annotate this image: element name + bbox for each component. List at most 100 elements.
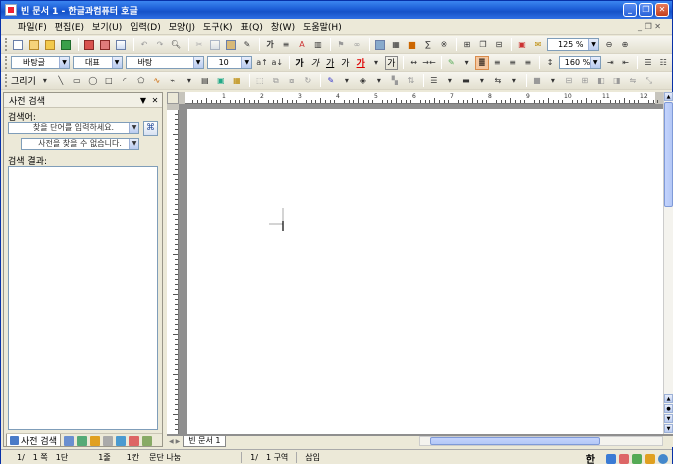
- chevron-down-icon[interactable]: ▼: [588, 39, 598, 50]
- flip-icon[interactable]: ⇋: [626, 74, 640, 88]
- chevron-down-icon[interactable]: ▼: [241, 57, 252, 68]
- special-char-icon[interactable]: ※: [437, 38, 451, 52]
- save-icon[interactable]: [59, 38, 73, 52]
- chevron-down-icon[interactable]: ▼: [129, 123, 138, 133]
- char-space-down-icon[interactable]: →←: [422, 56, 435, 70]
- minimize-button[interactable]: _: [623, 3, 637, 17]
- new-document-icon[interactable]: [11, 38, 25, 52]
- copy-icon[interactable]: [208, 38, 222, 52]
- emphasis-button[interactable]: 가: [384, 55, 398, 70]
- document-page[interactable]: [187, 109, 663, 434]
- vertical-scrollbar[interactable]: ▲ ▲ ● ▼ ▼: [663, 92, 673, 434]
- dictionary-search-button[interactable]: ⌘: [143, 121, 158, 136]
- textbox-tool-icon[interactable]: ▤: [198, 74, 212, 88]
- restore-button[interactable]: ❐: [639, 3, 653, 17]
- style-combo[interactable]: 바탕글 ▼: [10, 56, 70, 69]
- chevron-down-icon[interactable]: ▾: [460, 56, 473, 70]
- fill-color-icon[interactable]: ◈: [356, 74, 370, 88]
- tile-icon[interactable]: ⊟: [492, 38, 506, 52]
- redo-icon[interactable]: ↷: [153, 38, 167, 52]
- toolbar-grip[interactable]: [5, 56, 8, 69]
- hanja-tab-icon[interactable]: [141, 435, 152, 446]
- square-tool-icon[interactable]: □: [102, 74, 116, 88]
- line-spacing-combo[interactable]: 160 % ▼: [558, 56, 601, 69]
- toolbar-grip[interactable]: [5, 74, 8, 87]
- resize-icon[interactable]: ⤡: [642, 74, 656, 88]
- ungroup-icon[interactable]: ⧇: [285, 74, 299, 88]
- line-style-icon[interactable]: ☰: [427, 74, 441, 88]
- bullets-icon[interactable]: ☰: [641, 56, 654, 70]
- panel-close-icon[interactable]: ✕: [150, 96, 160, 105]
- bookmark-icon[interactable]: ⚑: [334, 38, 348, 52]
- shadow-icon[interactable]: ▚: [388, 74, 402, 88]
- align-right-icon[interactable]: ≡: [521, 56, 534, 70]
- undo-icon[interactable]: ↶: [137, 38, 151, 52]
- hyperlink-icon[interactable]: ∞: [350, 38, 364, 52]
- app-icon[interactable]: [5, 4, 17, 16]
- chevron-down-icon[interactable]: ▼: [129, 139, 138, 149]
- char-shape-icon[interactable]: 가: [263, 38, 277, 52]
- clipboard-tab-icon[interactable]: [102, 435, 113, 446]
- dictionary-select[interactable]: 사전을 찾을 수 없습니다. ▼: [21, 138, 139, 150]
- menu-table[interactable]: 표(Q): [237, 20, 265, 33]
- zoom-in-icon[interactable]: ⊕: [618, 38, 632, 52]
- chevron-down-icon[interactable]: ▼: [589, 57, 600, 68]
- scroll-down-icon[interactable]: ▼: [664, 424, 673, 433]
- chart-icon[interactable]: ▆: [405, 38, 419, 52]
- ime-hanja-icon[interactable]: [619, 453, 629, 464]
- line-tool-icon[interactable]: ╲: [54, 74, 68, 88]
- tab-dictionary[interactable]: 사전 검색: [6, 434, 61, 447]
- print-icon[interactable]: [82, 38, 96, 52]
- select-object-icon[interactable]: ⬚: [253, 74, 267, 88]
- font-language-combo[interactable]: 대표 ▼: [73, 56, 123, 69]
- superscript-button[interactable]: 가: [339, 56, 352, 70]
- menu-file[interactable]: 파일(F): [15, 20, 50, 33]
- arrange-icon[interactable]: ⇅: [404, 74, 418, 88]
- toolbar-grip[interactable]: [5, 38, 8, 51]
- align-justify-button[interactable]: ≣: [475, 55, 489, 70]
- ime-keyboard-icon[interactable]: [632, 453, 642, 464]
- group-icon[interactable]: ⧉: [269, 74, 283, 88]
- size-up-icon[interactable]: a↑: [255, 56, 268, 70]
- mail-icon[interactable]: ✉: [531, 38, 545, 52]
- size-down-icon[interactable]: a↓: [271, 56, 284, 70]
- menu-format[interactable]: 모양(J): [166, 20, 198, 33]
- rectangle-tool-icon[interactable]: ▭: [70, 74, 84, 88]
- italic-button[interactable]: 가: [308, 56, 321, 70]
- menu-window[interactable]: 창(W): [268, 20, 298, 33]
- menu-tools[interactable]: 도구(K): [200, 20, 236, 33]
- char-space-up-icon[interactable]: ↔: [407, 56, 420, 70]
- bookmark-tab-icon[interactable]: [89, 435, 100, 446]
- scroll-up-icon[interactable]: ▲: [664, 92, 673, 101]
- thesaurus-tab-icon[interactable]: [63, 435, 74, 446]
- vertical-ruler[interactable]: [167, 104, 179, 434]
- tab-next-icon[interactable]: ▶: [176, 438, 181, 445]
- connector-tool-icon[interactable]: ⌁: [166, 74, 180, 88]
- horizontal-ruler[interactable]: 1 2 3 4 5 6 7 8 9 10 11 12: [179, 92, 663, 104]
- chevron-down-icon[interactable]: ▾: [443, 74, 457, 88]
- chevron-down-icon[interactable]: ▼: [192, 57, 203, 68]
- print-preview-icon[interactable]: [98, 38, 112, 52]
- distribute-icon[interactable]: ⊞: [578, 74, 592, 88]
- formula-icon[interactable]: ∑: [421, 38, 435, 52]
- align-left-icon[interactable]: ≡: [491, 56, 504, 70]
- underline-button[interactable]: 가: [323, 56, 336, 70]
- format-painter-icon[interactable]: ✎: [240, 38, 254, 52]
- columns-icon[interactable]: ▥: [311, 38, 325, 52]
- ellipse-tool-icon[interactable]: ◯: [86, 74, 100, 88]
- title-bar[interactable]: 빈 문서 1 - 한글과컴퓨터 호글 _ ❐ ✕: [1, 1, 672, 19]
- tab-prev-icon[interactable]: ◀: [169, 438, 174, 445]
- polygon-tool-icon[interactable]: ⬠: [134, 74, 148, 88]
- chevron-down-icon[interactable]: ▼: [111, 57, 122, 68]
- paste-icon[interactable]: [224, 38, 238, 52]
- zoom-out-icon[interactable]: ⊖: [602, 38, 616, 52]
- curve-tool-icon[interactable]: ∿: [150, 74, 164, 88]
- outdent-icon[interactable]: ⇤: [619, 56, 632, 70]
- align-objects-icon[interactable]: ⊟: [562, 74, 576, 88]
- font-color-button[interactable]: 가: [354, 56, 367, 70]
- image-frame-icon[interactable]: ▣: [214, 74, 228, 88]
- zoom-combo[interactable]: 125 % ▼: [547, 38, 599, 51]
- horizontal-scrollbar[interactable]: [419, 436, 663, 446]
- indent-icon[interactable]: ⇥: [604, 56, 617, 70]
- status-insert-mode[interactable]: 삽입: [305, 452, 328, 463]
